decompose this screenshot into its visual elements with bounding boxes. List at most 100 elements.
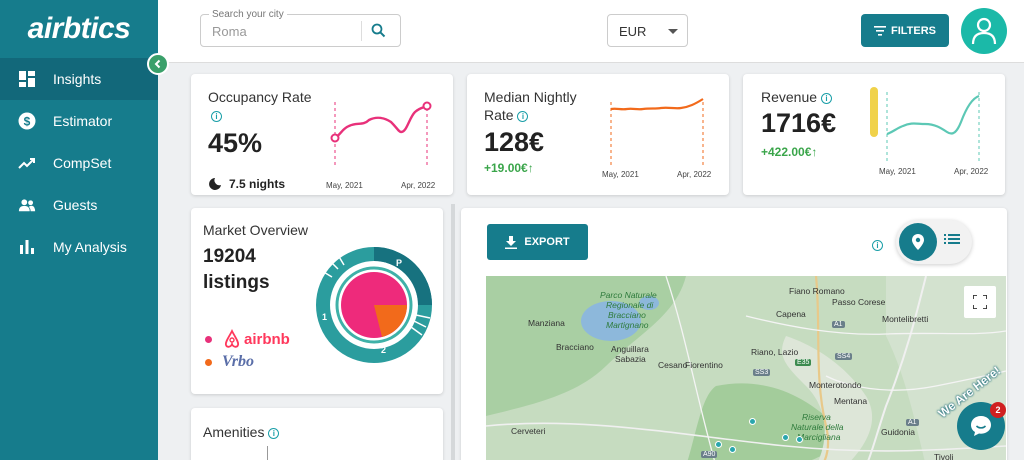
x-start-label: May, 2021 xyxy=(879,167,916,176)
info-icon[interactable]: i xyxy=(211,108,222,126)
filters-button[interactable]: FILTERS xyxy=(861,14,949,47)
revenue-value: 1716€ xyxy=(761,108,837,138)
map-label: Fiano Romano xyxy=(789,286,845,296)
donut-label-bottom: 2 xyxy=(381,345,386,355)
sidebar-collapse-button[interactable] xyxy=(147,53,169,75)
nightly-rate-delta: +19.00€↑ xyxy=(484,161,534,175)
revenue-title: Revenue xyxy=(761,89,818,105)
chart-axis-line xyxy=(267,446,268,460)
legend-dot xyxy=(205,358,212,366)
revenue-card: Revenue i 1716€ +422.00€↑ May, 2021 Apr,… xyxy=(743,74,1005,195)
filter-icon xyxy=(873,25,886,36)
sidebar-item-guests[interactable]: Guests xyxy=(0,184,158,226)
sidebar-item-label: Insights xyxy=(53,71,102,87)
filters-label: FILTERS xyxy=(890,24,936,37)
donut-label-left: 1 xyxy=(322,312,327,322)
map-label: Marcigliana xyxy=(797,432,841,442)
donut-label-outer: P xyxy=(396,258,402,268)
map-panel: EXPORT i Parco Naturale Regionale di Bra… xyxy=(461,208,1007,460)
listing-marker[interactable] xyxy=(782,434,789,441)
x-start-label: May, 2021 xyxy=(602,170,639,179)
export-label: EXPORT xyxy=(524,236,570,248)
currency-select[interactable]: EUR xyxy=(607,14,688,47)
search-label: Search your city xyxy=(209,9,287,20)
svg-text:$: $ xyxy=(24,115,31,129)
top-header: Search your city Roma EUR FILTERS xyxy=(158,0,1024,63)
moon-clock-icon xyxy=(209,178,221,190)
divider xyxy=(361,21,362,41)
x-start-label: May, 2021 xyxy=(326,181,363,190)
notification-badge: 2 xyxy=(990,402,1006,418)
map-label: Capena xyxy=(776,309,806,319)
info-icon[interactable]: i xyxy=(517,110,529,122)
occupancy-card: Occupancy Rate i 45% 7.5 nights May, 202… xyxy=(191,74,453,195)
legend-label: Vrbo xyxy=(222,353,255,370)
map-label: Parco Naturale xyxy=(600,290,657,300)
logo-text: airbtics xyxy=(27,12,131,45)
x-end-label: Apr, 2022 xyxy=(954,167,989,176)
amenities-title-row: Amenities i xyxy=(203,424,280,440)
export-button[interactable]: EXPORT xyxy=(487,224,588,260)
map-label: Martignano xyxy=(606,320,649,330)
map-label: Guidonia xyxy=(881,427,916,437)
map-label: Fiorentino xyxy=(685,360,723,370)
currency-value: EUR xyxy=(619,24,647,39)
market-donut-chart[interactable]: P 1 2 xyxy=(314,245,434,365)
search-icon[interactable] xyxy=(371,23,386,43)
map-label: Regionale di xyxy=(606,300,654,310)
occupancy-sparkline xyxy=(330,101,432,168)
user-avatar[interactable] xyxy=(961,8,1007,54)
list-view-toggle[interactable] xyxy=(944,232,960,251)
scrollbar[interactable] xyxy=(451,204,455,460)
amenities-card: Amenities i xyxy=(191,408,443,460)
listing-marker[interactable] xyxy=(749,418,756,425)
fullscreen-button[interactable] xyxy=(964,286,996,318)
city-search-input[interactable]: Search your city Roma xyxy=(200,9,401,47)
road-marker: A1 xyxy=(832,321,845,328)
legend-airbnb[interactable]: airbnb xyxy=(205,329,290,349)
info-icon[interactable]: i xyxy=(872,237,883,255)
map-view-toggle[interactable] xyxy=(899,223,937,261)
road-marker: E35 xyxy=(795,359,812,366)
sidebar-item-label: Estimator xyxy=(53,113,113,129)
location-pin-icon xyxy=(912,234,924,250)
map-label: Bracciano xyxy=(556,342,594,352)
sidebar-item-compset[interactable]: CompSet xyxy=(0,142,158,184)
legend-vrbo[interactable]: Vrbo xyxy=(205,353,254,371)
nights-value: 7.5 nights xyxy=(229,177,286,191)
map-label: Sabazia xyxy=(615,354,646,364)
sidebar-item-insights[interactable]: Insights xyxy=(0,58,158,100)
nightly-rate-title: Median Nightly Rate i xyxy=(484,88,577,124)
map-label: Monterotondo xyxy=(809,380,862,390)
road-marker: SS3 xyxy=(753,369,771,376)
sidebar-item-label: Guests xyxy=(53,197,98,213)
info-icon[interactable]: i xyxy=(820,92,832,104)
listing-marker[interactable] xyxy=(796,436,803,443)
map-label: Anguillara xyxy=(611,344,649,354)
color-marker xyxy=(870,87,878,137)
sidebar-item-estimator[interactable]: $ Estimator xyxy=(0,100,158,142)
x-end-label: Apr, 2022 xyxy=(677,170,712,179)
app-logo[interactable]: airbtics xyxy=(0,0,158,58)
road-marker: A1 xyxy=(906,419,919,426)
chat-icon xyxy=(971,416,991,436)
listings-map[interactable]: Parco Naturale Regionale di Bracciano Ma… xyxy=(486,276,1006,460)
listing-marker[interactable] xyxy=(715,441,722,448)
sidebar-item-my-analysis[interactable]: My Analysis xyxy=(0,226,158,268)
caret-down-icon xyxy=(668,29,678,34)
nightly-rate-sparkline xyxy=(610,98,704,168)
dollar-icon: $ xyxy=(18,112,36,130)
nightly-title-line2-row: Rate i xyxy=(484,106,577,124)
sidebar: airbtics Insights $ Estimator CompSet Gu… xyxy=(0,0,158,460)
info-icon[interactable]: i xyxy=(268,427,280,439)
nightly-title-line2: Rate xyxy=(484,107,514,123)
people-icon xyxy=(18,196,36,214)
road-marker: A90 xyxy=(701,451,718,458)
x-end-label: Apr, 2022 xyxy=(401,181,436,190)
nights-row: 7.5 nights xyxy=(208,177,285,191)
map-label: Cerveteri xyxy=(511,426,546,436)
listing-marker[interactable] xyxy=(729,446,736,453)
sidebar-item-label: My Analysis xyxy=(53,239,127,255)
map-label: Manziana xyxy=(528,318,565,328)
listings-unit: listings xyxy=(203,272,270,293)
